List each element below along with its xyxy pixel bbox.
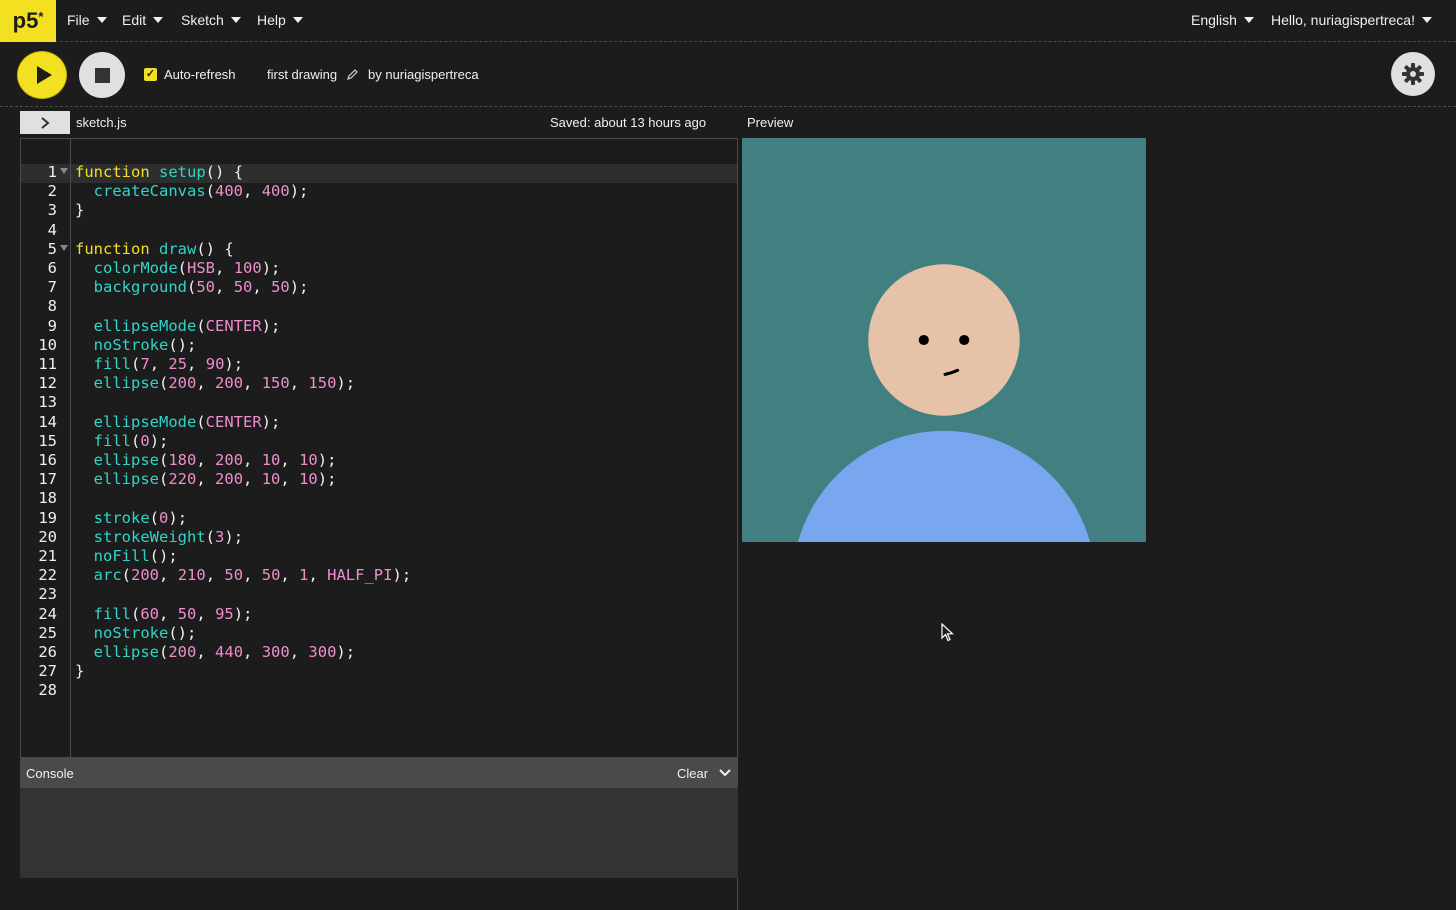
line-number: 23	[38, 585, 57, 604]
console-input[interactable]	[20, 878, 738, 910]
menu-help[interactable]: Help	[257, 12, 303, 28]
code-line: noStroke();	[93, 335, 197, 354]
play-icon	[36, 66, 52, 84]
line-number: 28	[38, 681, 57, 700]
line-number: 7	[47, 278, 57, 297]
code-line: ellipse(200, 200, 150, 150);	[93, 374, 356, 393]
play-button[interactable]	[18, 52, 66, 98]
line-number: 21	[38, 547, 57, 565]
caret-down-icon	[153, 17, 164, 23]
line-number: 14	[38, 412, 57, 431]
code-line: ellipse(180, 200, 10, 10);	[93, 451, 337, 469]
code-line: colorMode(HSB, 100);	[93, 259, 281, 277]
pencil-icon[interactable]	[347, 69, 358, 80]
code-line: }	[75, 662, 85, 681]
line-number: 15	[38, 431, 57, 450]
settings-button[interactable]	[1391, 52, 1435, 96]
preview-label: Preview	[747, 115, 794, 130]
menu-sketch[interactable]: Sketch	[181, 12, 241, 28]
code-line: noFill();	[93, 547, 178, 565]
code-line: function draw() {	[75, 239, 234, 258]
chevron-right-icon	[41, 116, 50, 129]
fold-icon[interactable]	[60, 168, 68, 174]
code-line: ellipseMode(CENTER);	[93, 412, 281, 431]
line-number: 9	[47, 316, 57, 335]
caret-down-icon	[230, 17, 241, 23]
right-eye	[959, 334, 970, 346]
code-line: noStroke();	[93, 623, 197, 642]
line-number: 12	[38, 374, 57, 393]
console-header: Console Clear	[20, 758, 738, 788]
caret-down-icon	[96, 17, 107, 23]
line-number: 20	[38, 527, 57, 546]
line-number: 19	[38, 508, 57, 527]
sketch-name[interactable]: first drawing	[267, 67, 337, 82]
face-ellipse	[868, 264, 1020, 416]
code-line: stroke(0);	[93, 508, 188, 527]
language-select[interactable]: English	[1191, 12, 1254, 28]
user-menu[interactable]: Hello, nuriagispertreca!	[1271, 12, 1432, 28]
line-number: 25	[38, 623, 57, 642]
console-label: Console	[26, 766, 74, 781]
auto-refresh-checkbox[interactable]: ✓	[144, 68, 157, 81]
line-number: 5	[47, 239, 57, 258]
code-line: fill(0);	[93, 431, 169, 450]
caret-down-icon	[1243, 17, 1254, 23]
line-number: 6	[47, 259, 57, 277]
line-number: 1	[47, 163, 57, 181]
caret-down-icon	[292, 17, 303, 23]
p5-logo[interactable]: p5 *	[0, 0, 56, 42]
auto-refresh-label: Auto-refresh	[164, 67, 236, 82]
line-number: 10	[38, 335, 57, 354]
line-number: 18	[38, 489, 57, 508]
code-line: }	[75, 201, 85, 220]
console-clear-button[interactable]: Clear	[677, 766, 708, 781]
code-line: function setup() {	[75, 163, 244, 181]
line-number: 3	[47, 201, 57, 220]
sketch-author: by nuriagispertreca	[368, 67, 479, 82]
sidebar-toggle-button[interactable]	[20, 111, 70, 134]
console-output	[20, 788, 738, 878]
line-number: 2	[47, 182, 57, 201]
chevron-down-icon[interactable]	[718, 766, 732, 780]
line-number: 11	[38, 355, 57, 373]
line-number: 26	[38, 643, 57, 661]
menu-file[interactable]: File	[67, 12, 107, 28]
code-line: ellipseMode(CENTER);	[93, 316, 281, 335]
code-line: fill(7, 25, 90);	[93, 355, 244, 373]
mouse-cursor-icon	[941, 623, 955, 642]
code-line: ellipse(200, 440, 300, 300);	[93, 643, 356, 661]
sketch-output	[742, 138, 1146, 542]
code-line: strokeWeight(3);	[93, 527, 244, 546]
line-number: 22	[38, 566, 57, 585]
line-number: 13	[38, 393, 57, 412]
file-tab-name: sketch.js	[76, 115, 127, 130]
line-number: 27	[38, 662, 57, 681]
preview-canvas[interactable]	[742, 138, 1146, 542]
top-nav: p5 * File Edit Sketch Help English Hello,…	[0, 0, 1456, 42]
code-line: background(50, 50, 50);	[93, 278, 309, 297]
code-line: createCanvas(400, 400);	[93, 182, 309, 201]
menu-edit[interactable]: Edit	[122, 12, 164, 28]
code-line: fill(60, 50, 95);	[93, 604, 253, 623]
line-number: 4	[47, 220, 57, 239]
line-number: 16	[38, 451, 57, 469]
code-line: arc(200, 210, 50, 50, 1, HALF_PI);	[93, 566, 412, 585]
caret-down-icon	[1421, 17, 1432, 23]
code-line: ellipse(220, 200, 10, 10);	[93, 470, 337, 489]
line-number: 24	[38, 604, 57, 623]
saved-status: Saved: about 13 hours ago	[550, 115, 707, 130]
line-number: 17	[38, 470, 57, 489]
code-editor[interactable]: 1 function setup() { 2 createCanvas(400, 4…	[20, 138, 738, 758]
stop-icon	[94, 67, 110, 83]
gear-icon	[1402, 63, 1424, 85]
stop-button[interactable]	[79, 52, 125, 98]
line-number: 8	[47, 297, 57, 316]
left-eye	[918, 334, 929, 346]
fold-icon[interactable]	[60, 244, 68, 251]
